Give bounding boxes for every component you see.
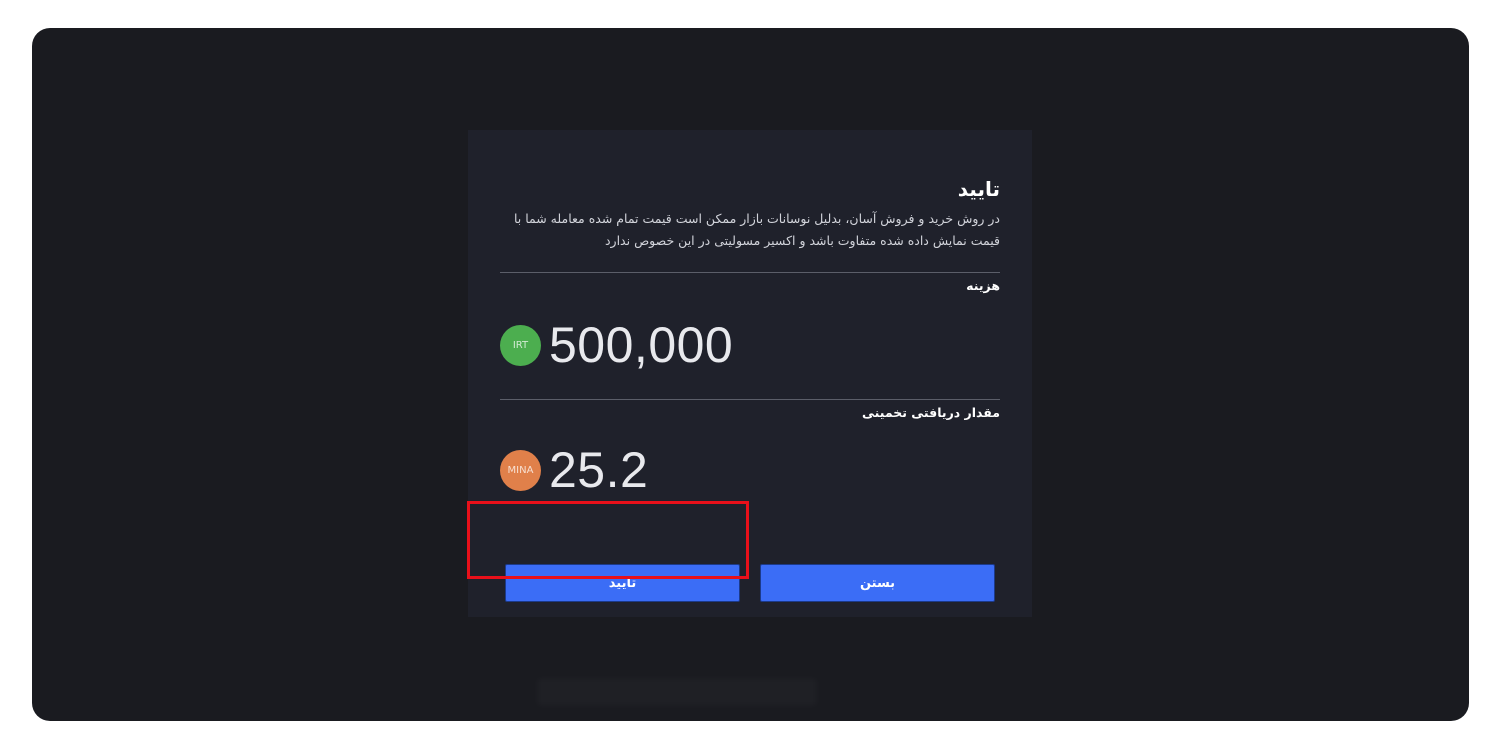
estimated-row: MINA 25.2 <box>500 434 1000 506</box>
cost-amount: 500,000 <box>549 317 734 373</box>
cost-label: هزینه <box>966 278 1000 293</box>
background-footer-bar <box>537 678 817 706</box>
cost-row: IRT 500,000 <box>500 309 1000 381</box>
close-button[interactable]: بستن <box>760 564 995 602</box>
estimated-amount: 25.2 <box>549 442 649 498</box>
app-window: تایید در روش خرید و فروش آسان، بدلیل نوس… <box>32 28 1469 721</box>
confirm-dialog: تایید در روش خرید و فروش آسان، بدلیل نوس… <box>468 130 1032 617</box>
irt-coin-icon: IRT <box>500 324 541 366</box>
confirm-button[interactable]: تایید <box>505 564 740 602</box>
estimated-label: مقدار دریافتی تخمینی <box>861 405 1000 420</box>
dialog-title: تایید <box>957 177 1000 201</box>
divider <box>500 272 1000 273</box>
dialog-description: در روش خرید و فروش آسان، بدلیل نوسانات ب… <box>513 211 1000 248</box>
mina-coin-icon: MINA <box>500 449 541 491</box>
divider <box>500 399 1000 400</box>
